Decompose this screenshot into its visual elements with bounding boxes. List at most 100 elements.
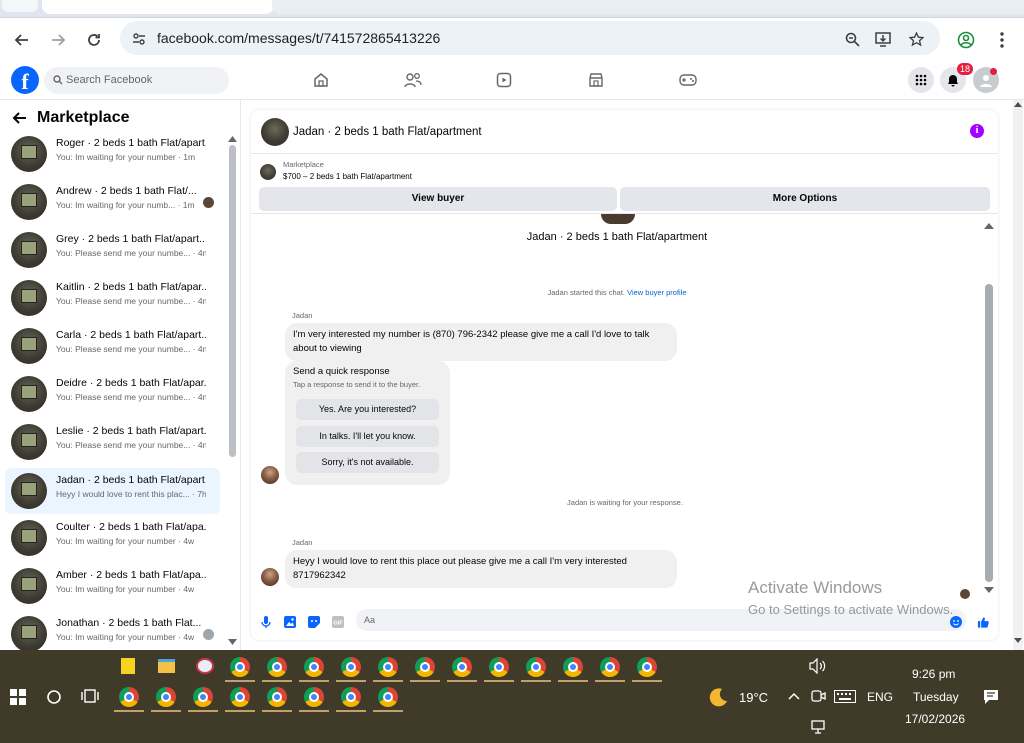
back-arrow-icon[interactable] xyxy=(12,110,28,126)
task-view-icon[interactable] xyxy=(81,688,99,704)
tab-search-button[interactable] xyxy=(2,0,38,12)
scroll-down-icon[interactable] xyxy=(984,587,994,593)
facebook-logo-icon[interactable]: f xyxy=(11,66,39,94)
video-nav-icon[interactable] xyxy=(493,69,515,91)
listing-thumbnail[interactable] xyxy=(261,118,289,146)
chrome-window-icon[interactable] xyxy=(267,657,287,677)
conversation-name: Coulter · 2 beds 1 bath Flat/apa... xyxy=(56,521,206,533)
emoji-icon[interactable] xyxy=(950,616,962,628)
buyer-avatar[interactable] xyxy=(261,466,279,484)
conversation-item[interactable]: Roger · 2 beds 1 bath Flat/apart... You: … xyxy=(5,131,220,177)
chrome-window-icon[interactable] xyxy=(489,657,509,677)
chrome-window-icon[interactable] xyxy=(526,657,546,677)
sidebar-scrollbar[interactable] xyxy=(229,145,236,457)
conversation-item-active[interactable]: Jadan · 2 beds 1 bath Flat/apart... Heyy … xyxy=(5,468,220,514)
search-circle-icon[interactable] xyxy=(46,689,62,705)
conversation-item[interactable]: Grey · 2 beds 1 bath Flat/apart... You: P… xyxy=(5,227,220,273)
conversation-item[interactable]: Coulter · 2 beds 1 bath Flat/apa... You: … xyxy=(5,515,220,561)
sticker-icon[interactable] xyxy=(308,616,320,628)
conversation-item[interactable]: Andrew · 2 beds 1 bath Flat/... You: Im w… xyxy=(5,179,220,225)
chrome-window-icon[interactable] xyxy=(452,657,472,677)
chrome-window-icon[interactable] xyxy=(156,687,176,707)
page-scrollbar[interactable] xyxy=(1013,100,1023,650)
chrome-window-icon[interactable] xyxy=(600,657,620,677)
app-icon[interactable] xyxy=(196,658,214,674)
chevron-up-icon[interactable] xyxy=(788,692,800,700)
conversation-item[interactable]: Kaitlin · 2 beds 1 bath Flat/apar... You:… xyxy=(5,275,220,321)
more-options-button[interactable]: More Options xyxy=(620,187,990,211)
conversation-item[interactable]: Carla · 2 beds 1 bath Flat/apart... You: … xyxy=(5,323,220,369)
file-explorer-icon[interactable] xyxy=(158,659,175,673)
like-icon[interactable] xyxy=(977,616,989,628)
listing-price[interactable]: $700 – 2 beds 1 bath Flat/apartment xyxy=(283,172,412,181)
browser-tab-active[interactable] xyxy=(42,0,274,14)
chat-title[interactable]: Jadan · 2 beds 1 bath Flat/apartment xyxy=(293,126,482,138)
keyboard-icon[interactable] xyxy=(834,690,856,703)
quick-reply-button[interactable]: Sorry, it's not available. xyxy=(296,452,439,473)
info-icon[interactable]: i xyxy=(970,124,984,138)
quick-reply-button[interactable]: Yes. Are you interested? xyxy=(296,399,439,420)
chat-scrollbar[interactable] xyxy=(985,284,993,582)
photo-icon[interactable] xyxy=(284,616,296,628)
scroll-up-icon[interactable] xyxy=(984,223,994,229)
chrome-window-icon[interactable] xyxy=(415,657,435,677)
notification-center-icon[interactable] xyxy=(983,689,999,705)
install-app-icon[interactable] xyxy=(872,28,894,50)
gaming-nav-icon[interactable] xyxy=(677,69,699,91)
back-button[interactable] xyxy=(8,26,36,54)
scroll-up-icon[interactable] xyxy=(1014,102,1022,107)
chrome-window-icon[interactable] xyxy=(341,687,361,707)
meet-now-icon[interactable] xyxy=(810,688,826,704)
chrome-window-icon[interactable] xyxy=(378,687,398,707)
microphone-icon[interactable] xyxy=(260,616,272,628)
language-indicator[interactable]: ENG xyxy=(867,690,893,704)
chrome-window-icon[interactable] xyxy=(267,687,287,707)
url-text[interactable]: facebook.com/messages/t/741572865413226 xyxy=(157,30,440,46)
site-settings-icon[interactable] xyxy=(128,28,150,50)
conversation-item[interactable]: Deidre · 2 beds 1 bath Flat/apar... You: … xyxy=(5,371,220,417)
chrome-window-icon[interactable] xyxy=(193,687,213,707)
zoom-icon[interactable] xyxy=(841,28,863,50)
volume-icon[interactable] xyxy=(809,658,827,674)
clock-date[interactable]: 17/02/2026 xyxy=(905,712,965,726)
network-icon[interactable] xyxy=(810,720,826,734)
scroll-down-icon[interactable] xyxy=(228,639,237,645)
browser-menu-button[interactable] xyxy=(988,26,1016,54)
chrome-window-icon[interactable] xyxy=(341,657,361,677)
clock-time[interactable]: 9:26 pm xyxy=(912,667,955,681)
running-indicator xyxy=(336,710,366,712)
marketplace-nav-icon[interactable] xyxy=(585,69,607,91)
chrome-window-icon[interactable] xyxy=(304,657,324,677)
buyer-avatar[interactable] xyxy=(261,568,279,586)
scroll-up-icon[interactable] xyxy=(228,136,237,142)
chrome-window-icon[interactable] xyxy=(230,687,250,707)
weather-moon-icon[interactable] xyxy=(707,686,729,708)
temperature-label[interactable]: 19°C xyxy=(739,690,768,705)
bookmark-star-icon[interactable] xyxy=(905,28,927,50)
reload-button[interactable] xyxy=(80,26,108,54)
chrome-window-icon[interactable] xyxy=(378,657,398,677)
profile-button[interactable] xyxy=(952,26,980,54)
home-nav-icon[interactable] xyxy=(310,69,332,91)
address-bar[interactable]: facebook.com/messages/t/741572865413226 xyxy=(120,21,940,55)
windows-start-icon[interactable] xyxy=(10,689,26,705)
forward-button[interactable] xyxy=(44,26,72,54)
facebook-search-input[interactable]: Search Facebook xyxy=(44,67,229,94)
conversation-item[interactable]: Leslie · 2 beds 1 bath Flat/apart... You:… xyxy=(5,419,220,465)
chrome-window-icon[interactable] xyxy=(563,657,583,677)
quick-reply-button[interactable]: In talks. I'll let you know. xyxy=(296,426,439,447)
friends-nav-icon[interactable] xyxy=(402,69,424,91)
quick-response-card: Send a quick response Tap a response to … xyxy=(285,361,450,485)
chrome-window-icon[interactable] xyxy=(304,687,324,707)
menu-grid-button[interactable] xyxy=(908,67,934,93)
scroll-down-icon[interactable] xyxy=(1014,638,1022,643)
chrome-window-icon[interactable] xyxy=(119,687,139,707)
conversation-item[interactable]: Amber · 2 beds 1 bath Flat/apa... You: Im… xyxy=(5,563,220,609)
sticky-notes-icon[interactable] xyxy=(121,658,135,674)
chrome-window-icon[interactable] xyxy=(637,657,657,677)
chrome-window-icon[interactable] xyxy=(230,657,250,677)
view-buyer-button[interactable]: View buyer xyxy=(259,187,617,211)
clock-day[interactable]: Tuesday xyxy=(913,690,959,704)
gif-icon[interactable]: GIF xyxy=(332,616,344,628)
view-buyer-profile-link[interactable]: View buyer profile xyxy=(627,288,686,297)
